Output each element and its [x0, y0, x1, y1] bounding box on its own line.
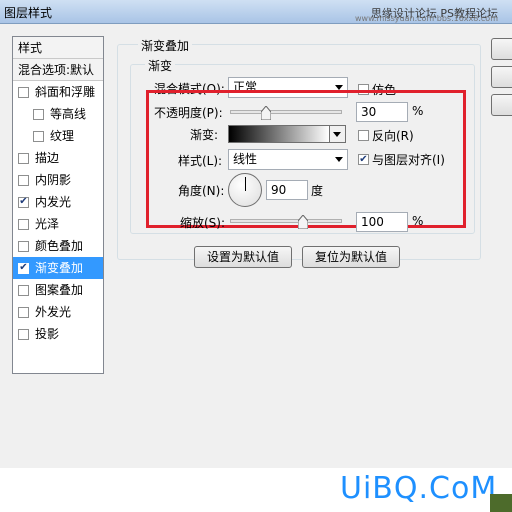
checkmark-icon[interactable]: ✔: [18, 196, 29, 208]
checkbox-icon[interactable]: [18, 152, 29, 164]
new-style-button[interactable]: [491, 94, 512, 116]
opacity-label: 不透明度(P):: [154, 106, 223, 120]
blend-mode-dropdown[interactable]: 正常: [228, 77, 348, 98]
checkmark-icon[interactable]: ✔: [18, 262, 29, 274]
style-list-item-label: 渐变叠加: [35, 261, 84, 275]
layer-style-dialog: 样式 混合选项:默认 斜面和浮雕等高线纹理描边内阴影 ✔ 内发光光泽颜色叠加 ✔ 渐变叠…: [0, 24, 512, 468]
brand-watermark: UiBQ.CoM: [340, 471, 498, 506]
style-list-item-label: 内发光: [35, 195, 72, 209]
chevron-down-icon: [335, 157, 343, 162]
corner-decoration: [490, 494, 512, 512]
style-list-item[interactable]: ✔ 渐变叠加: [13, 257, 103, 279]
group-title: 渐变叠加: [138, 37, 193, 54]
style-dropdown[interactable]: 线性: [228, 149, 348, 170]
style-list-item-label: 纹理: [50, 129, 75, 143]
dither-label: 仿色: [372, 83, 397, 97]
blend-options-item[interactable]: 混合选项:默认: [13, 59, 103, 81]
angle-label: 角度(N):: [178, 184, 225, 198]
set-default-button[interactable]: 设置为默认值: [194, 246, 292, 268]
reverse-checkbox[interactable]: 反向(R): [358, 127, 414, 144]
style-list-item[interactable]: 内阴影: [13, 169, 103, 191]
sub-group-title: 渐变: [145, 57, 176, 74]
style-list-item[interactable]: 图案叠加: [13, 279, 103, 301]
gradient-label: 渐变:: [190, 128, 219, 142]
checkbox-icon[interactable]: [18, 240, 29, 252]
opacity-slider[interactable]: [230, 106, 342, 120]
scale-unit: %: [412, 214, 424, 228]
scale-label: 缩放(S):: [180, 216, 226, 230]
style-list-item-label: 图案叠加: [35, 283, 84, 297]
style-list-item-label: 描边: [35, 151, 60, 165]
slider-thumb-icon[interactable]: [261, 106, 271, 120]
checkbox-icon[interactable]: [18, 174, 29, 186]
style-list-item-label: 光泽: [35, 217, 60, 231]
slider-thumb-icon[interactable]: [298, 215, 308, 229]
cancel-button[interactable]: [491, 66, 512, 88]
blend-mode-value: 正常: [233, 80, 258, 94]
opacity-input[interactable]: 30: [356, 102, 408, 122]
angle-dial[interactable]: [228, 173, 262, 207]
scale-input[interactable]: 100: [356, 212, 408, 232]
title-bar: 图层样式 思缘设计论坛 PS教程论坛 www.missyuan.com bbs.…: [0, 0, 512, 24]
style-label: 样式(L):: [178, 154, 223, 168]
style-list-item[interactable]: 投影: [13, 323, 103, 345]
style-list-item[interactable]: 等高线: [13, 103, 103, 125]
style-list-item-label: 颜色叠加: [35, 239, 84, 253]
style-list-item[interactable]: 斜面和浮雕: [13, 81, 103, 103]
checkbox-icon[interactable]: [33, 108, 44, 120]
style-list-item-label: 内阴影: [35, 173, 72, 187]
style-list-item-label: 等高线: [50, 107, 87, 121]
checkbox-icon[interactable]: [18, 218, 29, 230]
angle-unit: 度: [311, 184, 324, 198]
scale-slider[interactable]: [230, 215, 342, 229]
checkbox-icon[interactable]: [18, 306, 29, 318]
style-list-item[interactable]: 光泽: [13, 213, 103, 235]
gradient-picker[interactable]: [228, 125, 346, 143]
style-list-item[interactable]: 颜色叠加: [13, 235, 103, 257]
checkbox-icon: [358, 130, 369, 141]
gradient-preview[interactable]: [229, 126, 329, 142]
opacity-unit: %: [412, 104, 424, 118]
blend-mode-label: 混合模式(O):: [154, 82, 225, 96]
watermark-url: www.missyuan.com bbs.16xx8.com: [355, 14, 498, 23]
angle-dial-hand: [245, 177, 246, 191]
style-list-header[interactable]: 样式: [13, 37, 103, 59]
checkbox-icon[interactable]: [33, 130, 44, 142]
align-with-layer-checkbox[interactable]: ✔ 与图层对齐(I): [358, 151, 445, 168]
style-list-item[interactable]: 描边: [13, 147, 103, 169]
style-list-item-label: 投影: [35, 327, 60, 341]
checkbox-icon[interactable]: [18, 86, 29, 98]
chevron-down-icon: [335, 85, 343, 90]
checkbox-icon[interactable]: [18, 328, 29, 340]
style-list-item[interactable]: ✔ 内发光: [13, 191, 103, 213]
slider-track: [230, 110, 342, 114]
window-title: 图层样式: [4, 6, 53, 20]
style-list: 样式 混合选项:默认 斜面和浮雕等高线纹理描边内阴影 ✔ 内发光光泽颜色叠加 ✔ 渐变叠…: [12, 36, 104, 374]
style-list-item[interactable]: 外发光: [13, 301, 103, 323]
style-list-item-label: 外发光: [35, 305, 72, 319]
style-value: 线性: [233, 152, 258, 166]
dither-checkbox[interactable]: 仿色: [358, 81, 396, 98]
ok-button[interactable]: [491, 38, 512, 60]
reverse-label: 反向(R): [372, 129, 414, 143]
slider-track: [230, 219, 342, 223]
style-list-item[interactable]: 纹理: [13, 125, 103, 147]
reset-default-button[interactable]: 复位为默认值: [302, 246, 400, 268]
angle-input[interactable]: 90: [266, 180, 308, 200]
style-list-item-label: 斜面和浮雕: [35, 85, 96, 99]
checkbox-icon[interactable]: [18, 284, 29, 296]
checkmark-icon: ✔: [358, 153, 369, 165]
align-label: 与图层对齐(I): [372, 153, 445, 167]
gradient-dropdown-button[interactable]: [329, 126, 345, 142]
checkbox-icon: [358, 84, 369, 95]
